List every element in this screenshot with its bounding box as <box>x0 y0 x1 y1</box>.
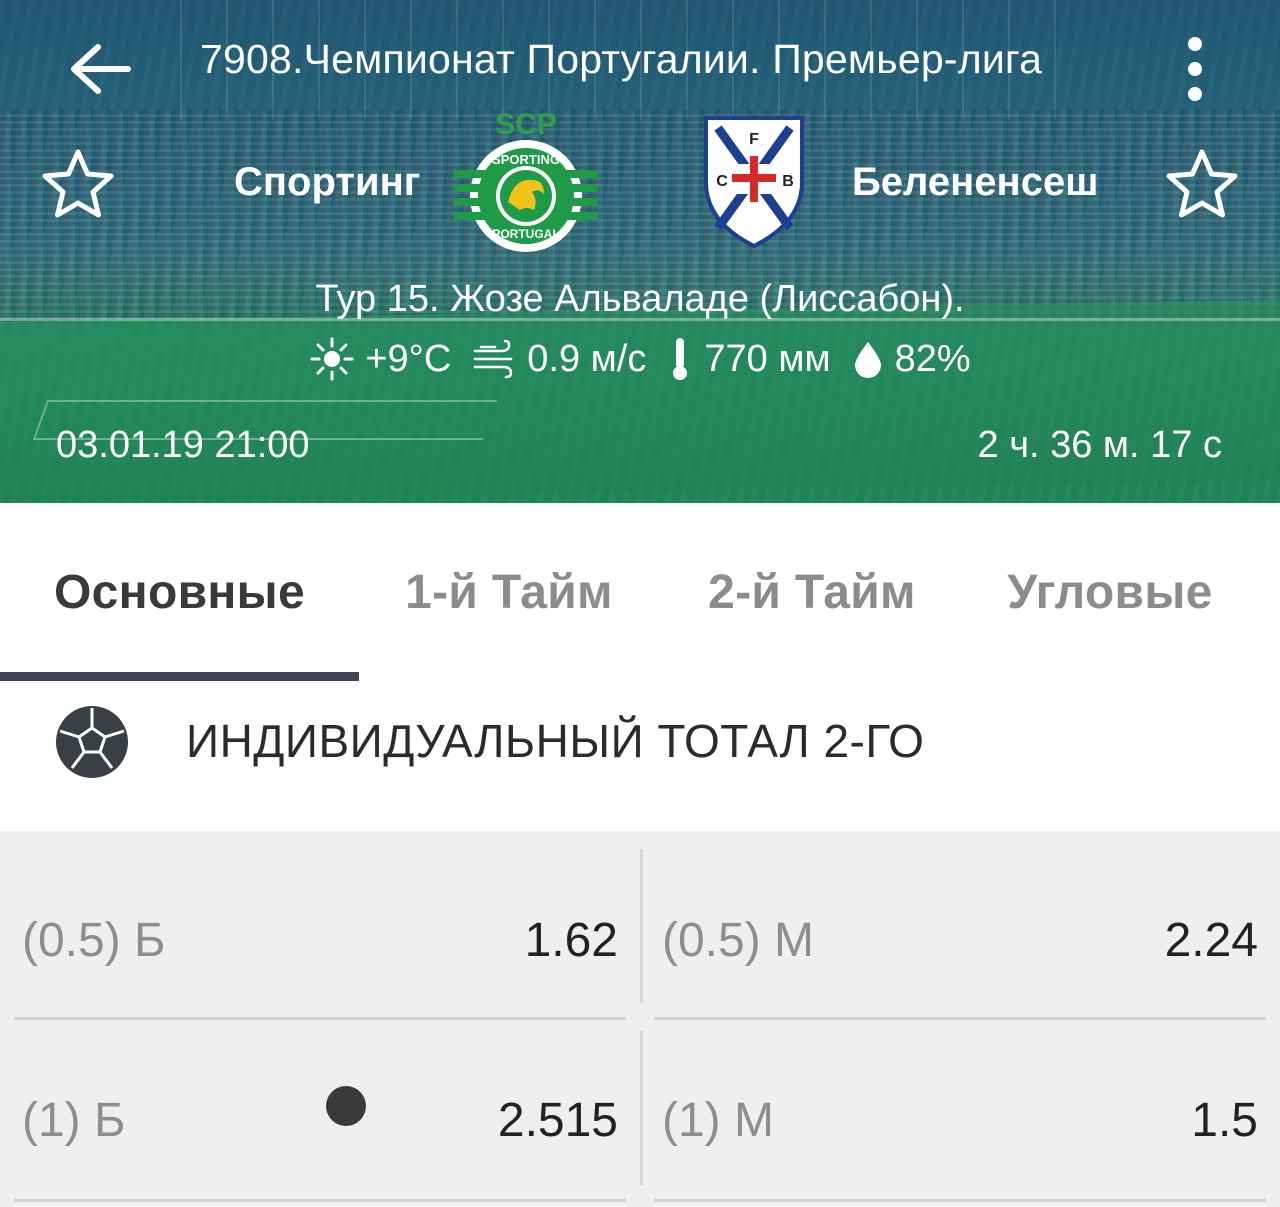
favorite-away-button[interactable] <box>1164 146 1240 222</box>
league-title: 7908.Чемпионат Португалии. Премьер-лига <box>200 36 1043 82</box>
row-divider <box>14 1017 626 1020</box>
odd-value: 1.62 <box>524 914 618 967</box>
odd-value: 2.24 <box>1164 914 1258 967</box>
sporting-cp-logo: SCP SPORTING PORTUGAL <box>454 108 598 252</box>
tab-first-half[interactable]: 1-й Тайм <box>359 503 659 681</box>
odd-cell-over-0-5[interactable]: (0.5) Б 1.62 <box>0 843 626 1013</box>
column-divider <box>640 1031 643 1185</box>
tabs-bar: Основные 1-й Тайм 2-й Тайм Угловые <box>0 503 1280 681</box>
odd-value: 1.5 <box>1191 1094 1258 1147</box>
match-countdown: 2 ч. 36 м. 17 с <box>977 424 1223 466</box>
match-datetime: 03.01.19 21:00 <box>56 424 310 466</box>
more-menu-button[interactable] <box>1170 32 1220 106</box>
svg-text:B: B <box>782 173 794 190</box>
odd-label: (1) Б <box>22 1094 126 1147</box>
star-outline-icon <box>1166 149 1238 218</box>
water-drop-icon <box>854 342 881 378</box>
svg-text:F: F <box>749 131 759 148</box>
odd-value: 2.515 <box>497 1094 618 1147</box>
weather-humidity: 82% <box>851 338 971 381</box>
thermometer-icon <box>673 338 688 380</box>
temperature-value: +9°C <box>365 337 452 380</box>
odd-cell-under-1[interactable]: (1) М 1.5 <box>640 1023 1266 1193</box>
favorite-home-button[interactable] <box>40 146 116 222</box>
row-divider <box>14 1199 626 1202</box>
odd-label: (0.5) Б <box>22 914 166 967</box>
odd-label: (0.5) М <box>662 914 815 967</box>
column-divider <box>640 849 643 1003</box>
touch-indicator <box>326 1086 366 1126</box>
wind-icon <box>474 339 513 379</box>
star-outline-icon <box>42 149 114 218</box>
odd-cell-over-1[interactable]: (1) Б 2.515 <box>0 1023 626 1193</box>
back-button[interactable] <box>60 34 140 104</box>
weather-wind: 0.9 м/с <box>471 338 646 381</box>
svg-text:C: C <box>716 173 728 190</box>
weather-bar: +9°C 0.9 м/с 770 мм 82% <box>0 336 1280 382</box>
odd-label: (1) М <box>662 1094 774 1147</box>
humidity-value: 82% <box>894 337 971 380</box>
odd-cell-under-0-5[interactable]: (0.5) М 2.24 <box>640 843 1266 1013</box>
more-vertical-icon <box>1188 37 1202 101</box>
belenenses-logo: F C B <box>704 116 804 249</box>
market-title: ИНДИВИДУАЛЬНЫЙ ТОТАЛ 2-ГО <box>186 715 925 767</box>
weather-temperature: +9°C <box>309 336 451 382</box>
tab-second-half[interactable]: 2-й Тайм <box>659 503 965 681</box>
arrow-left-icon <box>71 44 131 94</box>
svg-text:SPORTING: SPORTING <box>492 152 560 167</box>
wind-value: 0.9 м/с <box>527 337 647 380</box>
soccer-ball-icon <box>56 706 128 778</box>
odds-grid: (0.5) Б 1.62 (0.5) М 2.24 (1) Б 2.515 (1… <box>0 831 1280 1207</box>
tab-corners[interactable]: Угловые <box>965 503 1255 681</box>
svg-text:SCP: SCP <box>495 108 557 141</box>
svg-text:PORTUGAL: PORTUGAL <box>492 227 559 241</box>
home-team-name: Спортинг <box>234 160 421 204</box>
away-team-name: Белененсеш <box>852 160 1099 204</box>
tab-main[interactable]: Основные <box>0 503 359 681</box>
weather-pressure: 770 мм <box>666 336 831 382</box>
active-tab-indicator <box>0 672 359 681</box>
venue-info: Тур 15. Жозе Альваладе (Лиссабон). <box>315 278 965 320</box>
pressure-value: 770 мм <box>704 337 831 380</box>
match-header: 7908.Чемпионат Португалии. Премьер-лига … <box>0 0 1280 503</box>
row-divider <box>654 1017 1266 1020</box>
row-divider <box>654 1199 1266 1202</box>
sun-icon <box>310 337 354 381</box>
